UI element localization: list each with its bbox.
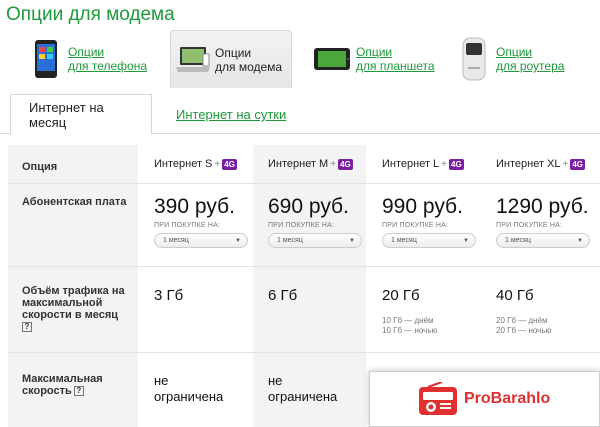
plus-sign: + bbox=[562, 158, 569, 170]
plan-m-traffic: 6 Гб bbox=[268, 287, 297, 304]
tab-internet-month[interactable]: Интернет на месяц bbox=[10, 94, 152, 135]
plan-l-traffic: 20 Гб 10 Гб — днём 10 Гб — ночью bbox=[382, 287, 438, 336]
plan-xl-fee: 1290 руб. ПРИ ПОКУПКЕ НА: 1 месяц ▼ bbox=[496, 195, 590, 248]
chevron-down-icon: ▼ bbox=[349, 238, 355, 244]
plan-s-fee: 390 руб. ПРИ ПОКУПКЕ НА: 1 месяц ▼ bbox=[154, 195, 248, 248]
plan-s-price: 390 руб. bbox=[154, 195, 235, 218]
badge-4g: 4G bbox=[570, 158, 586, 170]
period-tabs: Интернет на месяц Интернет на сутки bbox=[0, 92, 600, 135]
chevron-down-icon: ▼ bbox=[463, 238, 469, 244]
badge-4g: 4G bbox=[222, 158, 237, 170]
plan-l-price: 990 руб. bbox=[382, 195, 463, 218]
watermark: ProBarahlo bbox=[369, 371, 600, 427]
plus-sign: + bbox=[214, 158, 221, 170]
period-value: 1 месяц bbox=[277, 237, 303, 244]
laptop-modem-icon bbox=[175, 38, 211, 82]
tab-phone[interactable]: Опции для телефона bbox=[28, 30, 158, 88]
plan-xl-header: Интернет XL + 4G bbox=[496, 158, 586, 170]
chevron-down-icon: ▼ bbox=[235, 238, 241, 244]
tab-phone-label: Опции для телефона bbox=[68, 45, 147, 73]
plan-m-speed: не ограничена bbox=[268, 373, 338, 404]
header-option-label: Опция bbox=[22, 161, 58, 173]
row-label-speed: Максимальная скорость? bbox=[22, 373, 103, 397]
plan-m-fee: 690 руб. ПРИ ПОКУПКЕ НА: 1 месяц ▼ bbox=[268, 195, 362, 248]
plan-s-period-select[interactable]: 1 месяц ▼ bbox=[154, 233, 248, 248]
traffic-note-day: 10 Гб — днём bbox=[382, 316, 434, 325]
tablet-icon bbox=[312, 37, 352, 81]
tab-tablet-label: Опции для планшета bbox=[356, 45, 435, 73]
help-icon[interactable]: ? bbox=[73, 386, 84, 397]
traffic-note-day: 20 Гб — днём bbox=[496, 316, 548, 325]
row-label-fee: Абонентская плата bbox=[22, 196, 127, 208]
plus-sign: + bbox=[330, 158, 337, 170]
plus-sign: + bbox=[441, 158, 448, 170]
tab-router[interactable]: Опции для роутера bbox=[456, 30, 596, 88]
period-value: 1 месяц bbox=[163, 237, 189, 244]
plan-m-name: Интернет M bbox=[268, 158, 329, 170]
plan-l-name: Интернет L bbox=[382, 158, 440, 170]
watermark-text: ProBarahlo bbox=[464, 390, 551, 407]
router-icon bbox=[456, 37, 492, 81]
help-icon[interactable]: ? bbox=[22, 322, 32, 333]
plan-s-speed: не ограничена bbox=[154, 373, 224, 404]
plan-xl-price: 1290 руб. bbox=[496, 195, 589, 218]
chevron-down-icon: ▼ bbox=[577, 238, 583, 244]
row-divider bbox=[8, 183, 600, 184]
plan-m-period-select[interactable]: 1 месяц ▼ bbox=[268, 233, 362, 248]
plan-s-header: Интернет S + 4G bbox=[154, 158, 237, 170]
plan-m-price: 690 руб. bbox=[268, 195, 349, 218]
page-title: Опции для модема bbox=[6, 4, 175, 25]
plan-s-name: Интернет S bbox=[154, 158, 213, 170]
tab-internet-day[interactable]: Интернет на сутки bbox=[158, 94, 304, 135]
plan-xl-name: Интернет XL bbox=[496, 158, 561, 170]
tab-modem-label: Опции для модема bbox=[215, 45, 283, 74]
purchase-label: ПРИ ПОКУПКЕ НА: bbox=[268, 222, 335, 229]
traffic-value: 6 Гб bbox=[268, 287, 298, 304]
radio-icon bbox=[418, 381, 458, 416]
tab-tablet[interactable]: Опции для планшета bbox=[312, 30, 442, 88]
plan-l-header: Интернет L + 4G bbox=[382, 158, 464, 170]
plan-xl-traffic: 40 Гб 20 Гб — днём 20 Гб — ночью bbox=[496, 287, 552, 336]
row-divider bbox=[8, 352, 600, 353]
badge-4g: 4G bbox=[449, 158, 464, 170]
tab-modem[interactable]: Опции для модема bbox=[170, 30, 292, 88]
device-tabs: Опции для телефона Опции для модема Опци… bbox=[0, 30, 600, 88]
plan-xl-period-select[interactable]: 1 месяц ▼ bbox=[496, 233, 590, 248]
purchase-label: ПРИ ПОКУПКЕ НА: bbox=[382, 222, 449, 229]
traffic-note-night: 10 Гб — ночью bbox=[382, 326, 438, 335]
traffic-value: 3 Гб bbox=[154, 287, 184, 304]
plan-s-traffic: 3 Гб bbox=[154, 287, 183, 304]
traffic-note-night: 20 Гб — ночью bbox=[496, 326, 552, 335]
row-divider bbox=[8, 266, 600, 267]
period-value: 1 месяц bbox=[391, 237, 417, 244]
phone-icon bbox=[28, 37, 64, 81]
plan-l-fee: 990 руб. ПРИ ПОКУПКЕ НА: 1 месяц ▼ bbox=[382, 195, 476, 248]
plan-m-header: Интернет M + 4G bbox=[268, 158, 353, 170]
traffic-value: 40 Гб bbox=[496, 287, 534, 304]
plan-l-period-select[interactable]: 1 месяц ▼ bbox=[382, 233, 476, 248]
badge-4g: 4G bbox=[338, 158, 353, 170]
traffic-value: 20 Гб bbox=[382, 287, 420, 304]
tab-router-label: Опции для роутера bbox=[496, 45, 565, 73]
purchase-label: ПРИ ПОКУПКЕ НА: bbox=[496, 222, 563, 229]
purchase-label: ПРИ ПОКУПКЕ НА: bbox=[154, 222, 221, 229]
period-value: 1 месяц bbox=[505, 237, 531, 244]
row-label-traffic: Объём трафика на максимальной скорости в… bbox=[22, 285, 125, 333]
